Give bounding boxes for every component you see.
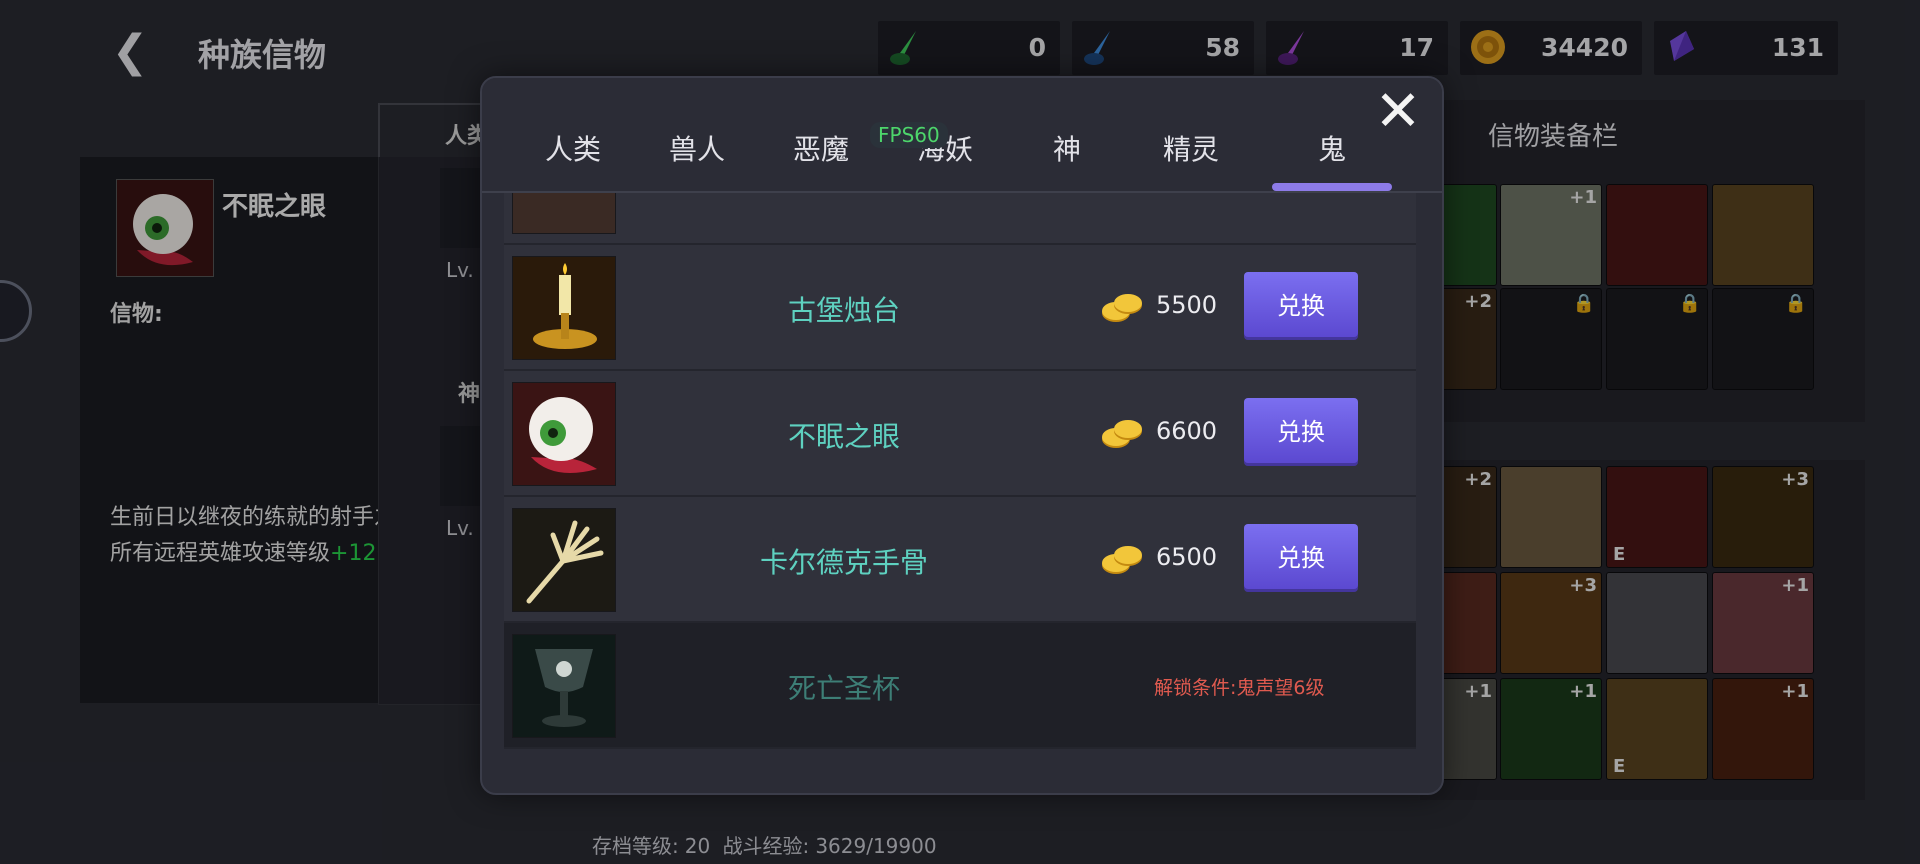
list-item: 古堡烛台 5500 兑换: [504, 245, 1416, 371]
list-item: 不眠之眼 6600 兑换: [504, 371, 1416, 497]
bloody-eye-icon: [512, 382, 616, 486]
tab-god[interactable]: 神: [1012, 128, 1122, 168]
race-tabs: 人类 兽人 恶魔 海妖 神 精灵 鬼 FPS60: [482, 78, 1442, 193]
tab-demon[interactable]: 恶魔: [766, 128, 876, 168]
exchange-button[interactable]: 兑换: [1244, 524, 1358, 592]
unlock-condition: 解锁条件:鬼声望6级: [1154, 677, 1325, 699]
list-item-locked: 死亡圣杯 解锁条件:鬼声望6级: [504, 623, 1416, 749]
tab-elf[interactable]: 精灵: [1136, 128, 1246, 168]
item-name: 古堡烛台: [787, 294, 900, 327]
death-chalice-icon: [512, 634, 616, 738]
gold-coin-icon: [1102, 294, 1142, 322]
close-icon: ✕: [1374, 79, 1422, 144]
exchange-button[interactable]: 兑换: [1244, 398, 1358, 466]
item-price: 6500: [1156, 543, 1218, 571]
gold-coin-icon: [1102, 420, 1142, 448]
candlestick-icon: [512, 256, 616, 360]
gold-coin-icon: [1102, 546, 1142, 574]
item-price: 5500: [1156, 291, 1218, 319]
item-price: 6600: [1156, 417, 1218, 445]
item-name: 卡尔德克手骨: [759, 546, 928, 579]
fps-counter: FPS60: [870, 122, 948, 148]
tab-ghost[interactable]: 鬼: [1277, 128, 1387, 168]
exchange-button[interactable]: 兑换: [1244, 272, 1358, 340]
list-item: 卡尔德克手骨 6500 兑换: [504, 497, 1416, 623]
relic-exchange-modal: 人类 兽人 恶魔 海妖 神 精灵 鬼 FPS60 ✕ 古堡烛台 5500 兑换: [480, 76, 1444, 795]
tab-human[interactable]: 人类: [518, 128, 628, 168]
list-item: [504, 193, 1416, 245]
relic-list[interactable]: 古堡烛台 5500 兑换 不眠之眼 6600 兑换 卡尔德克手骨 6500 兑换: [504, 193, 1416, 773]
tab-orc[interactable]: 兽人: [642, 128, 752, 168]
active-tab-indicator: [1272, 183, 1392, 191]
item-name: 死亡圣杯: [787, 672, 900, 705]
close-button[interactable]: ✕: [1372, 84, 1424, 140]
item-name: 不眠之眼: [787, 420, 900, 453]
skeleton-hand-icon: [512, 508, 616, 612]
item-thumb: [512, 193, 616, 234]
